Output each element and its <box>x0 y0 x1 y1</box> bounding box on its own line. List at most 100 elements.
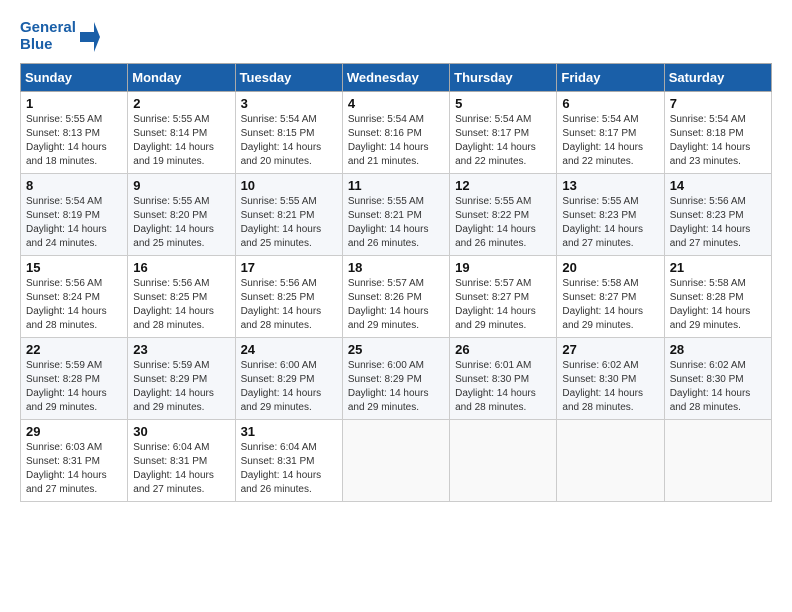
day-number: 2 <box>133 96 229 111</box>
week-row-1: 1 Sunrise: 5:55 AM Sunset: 8:13 PM Daylig… <box>21 92 772 174</box>
day-number: 5 <box>455 96 551 111</box>
day-number: 26 <box>455 342 551 357</box>
day-info: Sunrise: 5:59 AM Sunset: 8:28 PM Dayligh… <box>26 359 122 415</box>
day-info: Sunrise: 5:56 AM Sunset: 8:25 PM Dayligh… <box>241 277 337 333</box>
day-cell: 23 Sunrise: 5:59 AM Sunset: 8:29 PM Dayli… <box>128 338 235 420</box>
day-number: 8 <box>26 178 122 193</box>
day-number: 12 <box>455 178 551 193</box>
week-row-2: 8Sunrise: 5:54 AM Sunset: 8:19 PM Daylig… <box>21 174 772 256</box>
day-number: 6 <box>562 96 658 111</box>
day-info: Sunrise: 5:55 AM Sunset: 8:14 PM Dayligh… <box>133 113 229 169</box>
day-number: 18 <box>348 260 444 275</box>
day-info: Sunrise: 5:55 AM Sunset: 8:23 PM Dayligh… <box>562 195 658 251</box>
day-cell: 29 Sunrise: 6:03 AM Sunset: 8:31 PM Dayli… <box>21 420 128 502</box>
day-cell: 11 Sunrise: 5:55 AM Sunset: 8:21 PM Dayli… <box>342 174 449 256</box>
day-number: 13 <box>562 178 658 193</box>
day-number: 9 <box>133 178 229 193</box>
day-cell: 7Sunrise: 5:54 AM Sunset: 8:18 PM Daylig… <box>664 92 771 174</box>
day-number: 29 <box>26 424 122 439</box>
day-number: 20 <box>562 260 658 275</box>
day-info: Sunrise: 6:02 AM Sunset: 8:30 PM Dayligh… <box>670 359 766 415</box>
day-number: 22 <box>26 342 122 357</box>
header-cell-sunday: Sunday <box>21 64 128 92</box>
header-row: SundayMondayTuesdayWednesdayThursdayFrid… <box>21 64 772 92</box>
day-number: 30 <box>133 424 229 439</box>
day-info: Sunrise: 6:03 AM Sunset: 8:31 PM Dayligh… <box>26 441 122 497</box>
day-cell: 14 Sunrise: 5:56 AM Sunset: 8:23 PM Dayli… <box>664 174 771 256</box>
day-info: Sunrise: 5:56 AM Sunset: 8:23 PM Dayligh… <box>670 195 766 251</box>
day-info: Sunrise: 5:55 AM Sunset: 8:20 PM Dayligh… <box>133 195 229 251</box>
day-number: 31 <box>241 424 337 439</box>
day-info: Sunrise: 5:55 AM Sunset: 8:21 PM Dayligh… <box>348 195 444 251</box>
day-cell: 4 Sunrise: 5:54 AM Sunset: 8:16 PM Daylig… <box>342 92 449 174</box>
header-cell-monday: Monday <box>128 64 235 92</box>
day-cell <box>664 420 771 502</box>
day-cell: 21Sunrise: 5:58 AM Sunset: 8:28 PM Dayli… <box>664 256 771 338</box>
day-info: Sunrise: 5:54 AM Sunset: 8:16 PM Dayligh… <box>348 113 444 169</box>
day-info: Sunrise: 6:04 AM Sunset: 8:31 PM Dayligh… <box>133 441 229 497</box>
day-cell: 6 Sunrise: 5:54 AM Sunset: 8:17 PM Daylig… <box>557 92 664 174</box>
header-cell-saturday: Saturday <box>664 64 771 92</box>
day-info: Sunrise: 6:04 AM Sunset: 8:31 PM Dayligh… <box>241 441 337 497</box>
day-number: 10 <box>241 178 337 193</box>
day-cell: 27 Sunrise: 6:02 AM Sunset: 8:30 PM Dayli… <box>557 338 664 420</box>
day-info: Sunrise: 5:56 AM Sunset: 8:24 PM Dayligh… <box>26 277 122 333</box>
day-info: Sunrise: 5:57 AM Sunset: 8:27 PM Dayligh… <box>455 277 551 333</box>
day-cell <box>557 420 664 502</box>
day-cell: 26 Sunrise: 6:01 AM Sunset: 8:30 PM Dayli… <box>450 338 557 420</box>
day-number: 25 <box>348 342 444 357</box>
day-number: 27 <box>562 342 658 357</box>
day-number: 15 <box>26 260 122 275</box>
day-info: Sunrise: 5:55 AM Sunset: 8:22 PM Dayligh… <box>455 195 551 251</box>
day-number: 7 <box>670 96 766 111</box>
day-cell: 25Sunrise: 6:00 AM Sunset: 8:29 PM Dayli… <box>342 338 449 420</box>
day-cell: 3Sunrise: 5:54 AM Sunset: 8:15 PM Daylig… <box>235 92 342 174</box>
day-info: Sunrise: 5:54 AM Sunset: 8:15 PM Dayligh… <box>241 113 337 169</box>
day-number: 1 <box>26 96 122 111</box>
week-row-4: 22 Sunrise: 5:59 AM Sunset: 8:28 PM Dayli… <box>21 338 772 420</box>
day-cell: 16 Sunrise: 5:56 AM Sunset: 8:25 PM Dayli… <box>128 256 235 338</box>
day-cell <box>342 420 449 502</box>
day-number: 17 <box>241 260 337 275</box>
day-info: Sunrise: 5:54 AM Sunset: 8:17 PM Dayligh… <box>455 113 551 169</box>
day-info: Sunrise: 5:55 AM Sunset: 8:13 PM Dayligh… <box>26 113 122 169</box>
logo: GeneralBlue <box>20 20 100 53</box>
day-cell: 1 Sunrise: 5:55 AM Sunset: 8:13 PM Daylig… <box>21 92 128 174</box>
day-cell: 17 Sunrise: 5:56 AM Sunset: 8:25 PM Dayli… <box>235 256 342 338</box>
day-info: Sunrise: 5:57 AM Sunset: 8:26 PM Dayligh… <box>348 277 444 333</box>
day-info: Sunrise: 6:01 AM Sunset: 8:30 PM Dayligh… <box>455 359 551 415</box>
day-info: Sunrise: 5:59 AM Sunset: 8:29 PM Dayligh… <box>133 359 229 415</box>
day-cell: 5 Sunrise: 5:54 AM Sunset: 8:17 PM Daylig… <box>450 92 557 174</box>
day-info: Sunrise: 5:58 AM Sunset: 8:27 PM Dayligh… <box>562 277 658 333</box>
day-cell: 28 Sunrise: 6:02 AM Sunset: 8:30 PM Dayli… <box>664 338 771 420</box>
day-number: 14 <box>670 178 766 193</box>
day-info: Sunrise: 5:56 AM Sunset: 8:25 PM Dayligh… <box>133 277 229 333</box>
header: GeneralBlue <box>20 20 772 53</box>
day-cell: 18 Sunrise: 5:57 AM Sunset: 8:26 PM Dayli… <box>342 256 449 338</box>
header-cell-thursday: Thursday <box>450 64 557 92</box>
day-info: Sunrise: 6:00 AM Sunset: 8:29 PM Dayligh… <box>241 359 337 415</box>
header-cell-tuesday: Tuesday <box>235 64 342 92</box>
day-number: 11 <box>348 178 444 193</box>
day-cell: 30 Sunrise: 6:04 AM Sunset: 8:31 PM Dayli… <box>128 420 235 502</box>
day-cell <box>450 420 557 502</box>
day-cell: 15 Sunrise: 5:56 AM Sunset: 8:24 PM Dayli… <box>21 256 128 338</box>
day-cell: 12 Sunrise: 5:55 AM Sunset: 8:22 PM Dayli… <box>450 174 557 256</box>
logo-arrow-icon <box>80 22 100 52</box>
day-number: 16 <box>133 260 229 275</box>
header-cell-wednesday: Wednesday <box>342 64 449 92</box>
header-cell-friday: Friday <box>557 64 664 92</box>
day-cell: 24Sunrise: 6:00 AM Sunset: 8:29 PM Dayli… <box>235 338 342 420</box>
day-info: Sunrise: 5:54 AM Sunset: 8:17 PM Dayligh… <box>562 113 658 169</box>
day-number: 19 <box>455 260 551 275</box>
day-info: Sunrise: 6:02 AM Sunset: 8:30 PM Dayligh… <box>562 359 658 415</box>
day-cell: 2 Sunrise: 5:55 AM Sunset: 8:14 PM Daylig… <box>128 92 235 174</box>
day-info: Sunrise: 5:58 AM Sunset: 8:28 PM Dayligh… <box>670 277 766 333</box>
day-number: 23 <box>133 342 229 357</box>
day-cell: 31 Sunrise: 6:04 AM Sunset: 8:31 PM Dayli… <box>235 420 342 502</box>
day-info: Sunrise: 5:55 AM Sunset: 8:21 PM Dayligh… <box>241 195 337 251</box>
day-cell: 9 Sunrise: 5:55 AM Sunset: 8:20 PM Daylig… <box>128 174 235 256</box>
day-number: 4 <box>348 96 444 111</box>
day-number: 28 <box>670 342 766 357</box>
day-cell: 10 Sunrise: 5:55 AM Sunset: 8:21 PM Dayli… <box>235 174 342 256</box>
